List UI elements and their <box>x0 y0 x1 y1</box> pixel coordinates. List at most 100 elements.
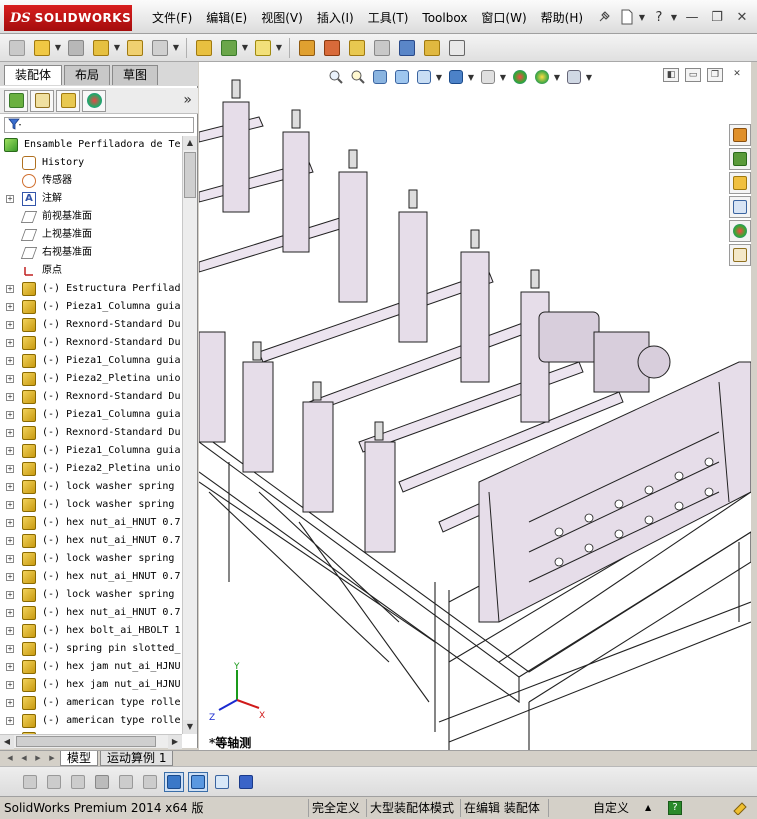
new-document-icon[interactable] <box>617 7 637 27</box>
expand-icon[interactable]: + <box>6 447 14 455</box>
smart-fasteners-icon[interactable] <box>124 37 146 59</box>
view-settings-icon[interactable] <box>565 68 583 86</box>
expand-icon[interactable]: + <box>6 537 14 545</box>
tree-item[interactable]: + (-) Pieza1_Columna guia <box>0 298 182 316</box>
feature-manager-icon[interactable] <box>4 89 28 112</box>
configuration-manager-icon[interactable] <box>56 89 80 112</box>
help-button[interactable]: ? <box>649 7 669 27</box>
viewport-close-icon[interactable]: ✕ <box>729 68 745 82</box>
expand-icon[interactable]: + <box>6 519 14 527</box>
menu-toolbox[interactable]: Toolbox <box>415 9 474 27</box>
expand-icon[interactable]: + <box>6 393 14 401</box>
menu-window[interactable]: 窗口(W) <box>474 9 533 27</box>
edit-component-icon[interactable] <box>6 37 28 59</box>
tree-item[interactable]: + (-) hex bolt_ai_HBOLT 1 <box>0 622 182 640</box>
reference-geometry-icon[interactable] <box>252 37 274 59</box>
expand-icon[interactable]: + <box>6 573 14 581</box>
tree-item[interactable]: + (-) lock washer spring <box>0 586 182 604</box>
tree-item[interactable]: + A 注解 <box>0 190 182 208</box>
scroll-up-icon[interactable]: ▲ <box>183 136 197 150</box>
show-hidden-components-icon[interactable] <box>193 37 215 59</box>
tab-layout[interactable]: 布局 <box>64 65 111 85</box>
tree-item[interactable]: 前视基准面 <box>0 208 182 226</box>
scroll-right-icon[interactable]: ▶ <box>168 735 182 749</box>
graphics-area[interactable]: ▼ ▼ ▼ ▼ ▼ ◧ ▭ ❐ ✕ Y X Z *等轴测 <box>199 62 751 750</box>
view-orientation-icon[interactable] <box>447 68 465 86</box>
scroll-left-icon[interactable]: ◀ <box>0 735 14 749</box>
expand-icon[interactable]: + <box>6 285 14 293</box>
expand-tree-icon[interactable] <box>20 772 40 792</box>
reference-geometry-dropdown-icon[interactable]: ▼ <box>275 43 283 52</box>
expand-icon[interactable]: + <box>6 555 14 563</box>
tree-horizontal-scrollbar[interactable]: ◀ ▶ <box>0 734 182 749</box>
menu-tools[interactable]: 工具(T) <box>361 9 416 27</box>
assembly-features-icon[interactable] <box>218 37 240 59</box>
expand-icon[interactable]: + <box>6 699 14 707</box>
view-orientation-dropdown-icon[interactable]: ▼ <box>435 73 443 82</box>
expand-icon[interactable]: + <box>6 465 14 473</box>
menu-insert[interactable]: 插入(I) <box>310 9 361 27</box>
insert-component-icon[interactable] <box>31 37 53 59</box>
tree-item[interactable]: + (-) Pieza2_Pletina unio <box>0 370 182 388</box>
tree-item[interactable]: + (-) hex jam nut_ai_HJNU <box>0 676 182 694</box>
tab-prev-icon[interactable]: ◀ <box>18 752 30 764</box>
tree-item[interactable]: Ensamble Perfiladora de Te <box>0 136 182 154</box>
more-chevron-icon[interactable]: » <box>183 92 192 108</box>
viewport-single-icon[interactable]: ▭ <box>685 68 701 82</box>
close-button[interactable]: ✕ <box>731 8 753 26</box>
save-view-icon[interactable] <box>236 772 256 792</box>
tree-item[interactable]: + (-) lock washer spring <box>0 550 182 568</box>
appearances-scenes-icon[interactable] <box>729 220 751 242</box>
tab-last-icon[interactable]: ▶ <box>46 752 58 764</box>
collapse-tree-icon[interactable] <box>44 772 64 792</box>
expand-icon[interactable]: + <box>6 645 14 653</box>
expand-icon[interactable]: + <box>6 609 14 617</box>
expand-icon[interactable]: + <box>6 195 14 203</box>
tree-item[interactable]: + (-) american type rolle <box>0 712 182 730</box>
expand-icon[interactable]: + <box>6 375 14 383</box>
move-component-icon[interactable] <box>149 37 171 59</box>
tab-sketch[interactable]: 草图 <box>112 65 159 85</box>
tree-item[interactable]: + (-) Rexnord-Standard Du <box>0 334 182 352</box>
tree-item[interactable]: + (-) american type rolle <box>0 694 182 712</box>
scroll-down-icon[interactable]: ▼ <box>183 720 197 734</box>
hide-show-items-icon[interactable] <box>479 68 497 86</box>
expand-icon[interactable]: + <box>6 339 14 347</box>
tab-assembly[interactable]: 装配体 <box>4 65 63 85</box>
tree-item[interactable]: + (-) spring pin slotted_ <box>0 640 182 658</box>
tree-item[interactable]: + (-) hex nut_ai_HNUT 0.7 <box>0 514 182 532</box>
swap-view-icon[interactable] <box>140 772 160 792</box>
grid-view-icon[interactable] <box>116 772 136 792</box>
list-view-icon[interactable] <box>92 772 112 792</box>
zoom-to-area-icon[interactable] <box>349 68 367 86</box>
minimize-button[interactable]: — <box>681 8 703 26</box>
tree-item[interactable]: 传感器 <box>0 172 182 190</box>
menu-edit[interactable]: 编辑(E) <box>199 9 254 27</box>
tab-model[interactable]: 模型 <box>60 751 99 766</box>
assembly-features-dropdown-icon[interactable]: ▼ <box>241 43 249 52</box>
rebuild-status-icon[interactable] <box>732 801 748 819</box>
new-document-dropdown-icon[interactable]: ▼ <box>638 13 646 22</box>
filter-animation-icon[interactable] <box>68 772 88 792</box>
view-settings-dropdown-icon[interactable]: ▼ <box>585 73 593 82</box>
assembly-model[interactable] <box>199 62 751 750</box>
tab-motion-study-1[interactable]: 运动算例 1 <box>100 751 174 766</box>
edit-appearance-icon[interactable] <box>511 68 529 86</box>
move-component-dropdown-icon[interactable]: ▼ <box>172 43 180 52</box>
expand-icon[interactable]: + <box>6 663 14 671</box>
tree-item[interactable]: + (-) Estructura Perfilad <box>0 280 182 298</box>
scroll-thumb[interactable] <box>16 736 156 747</box>
quick-tips-help-button[interactable]: ? <box>668 801 682 815</box>
tree-item[interactable]: 右视基准面 <box>0 244 182 262</box>
apply-scene-dropdown-icon[interactable]: ▼ <box>553 73 561 82</box>
restore-button[interactable]: ❐ <box>706 8 728 26</box>
tree-vertical-scrollbar[interactable]: ▲ ▼ <box>182 136 197 734</box>
tree-item[interactable]: + (-) lock washer spring <box>0 496 182 514</box>
tree-item[interactable]: + (-) Pieza1_Columna guia <box>0 352 182 370</box>
instant3d-icon[interactable] <box>446 37 468 59</box>
solidworks-logo[interactable]: DS SOLIDWORKS <box>4 5 132 31</box>
viewport-restore-icon[interactable]: ❐ <box>707 68 723 82</box>
zoom-to-fit-icon[interactable] <box>327 68 345 86</box>
tree-item[interactable]: + (-) Pieza1_Columna guia <box>0 442 182 460</box>
tree-item[interactable]: + (-) Rexnord-Standard Du <box>0 424 182 442</box>
